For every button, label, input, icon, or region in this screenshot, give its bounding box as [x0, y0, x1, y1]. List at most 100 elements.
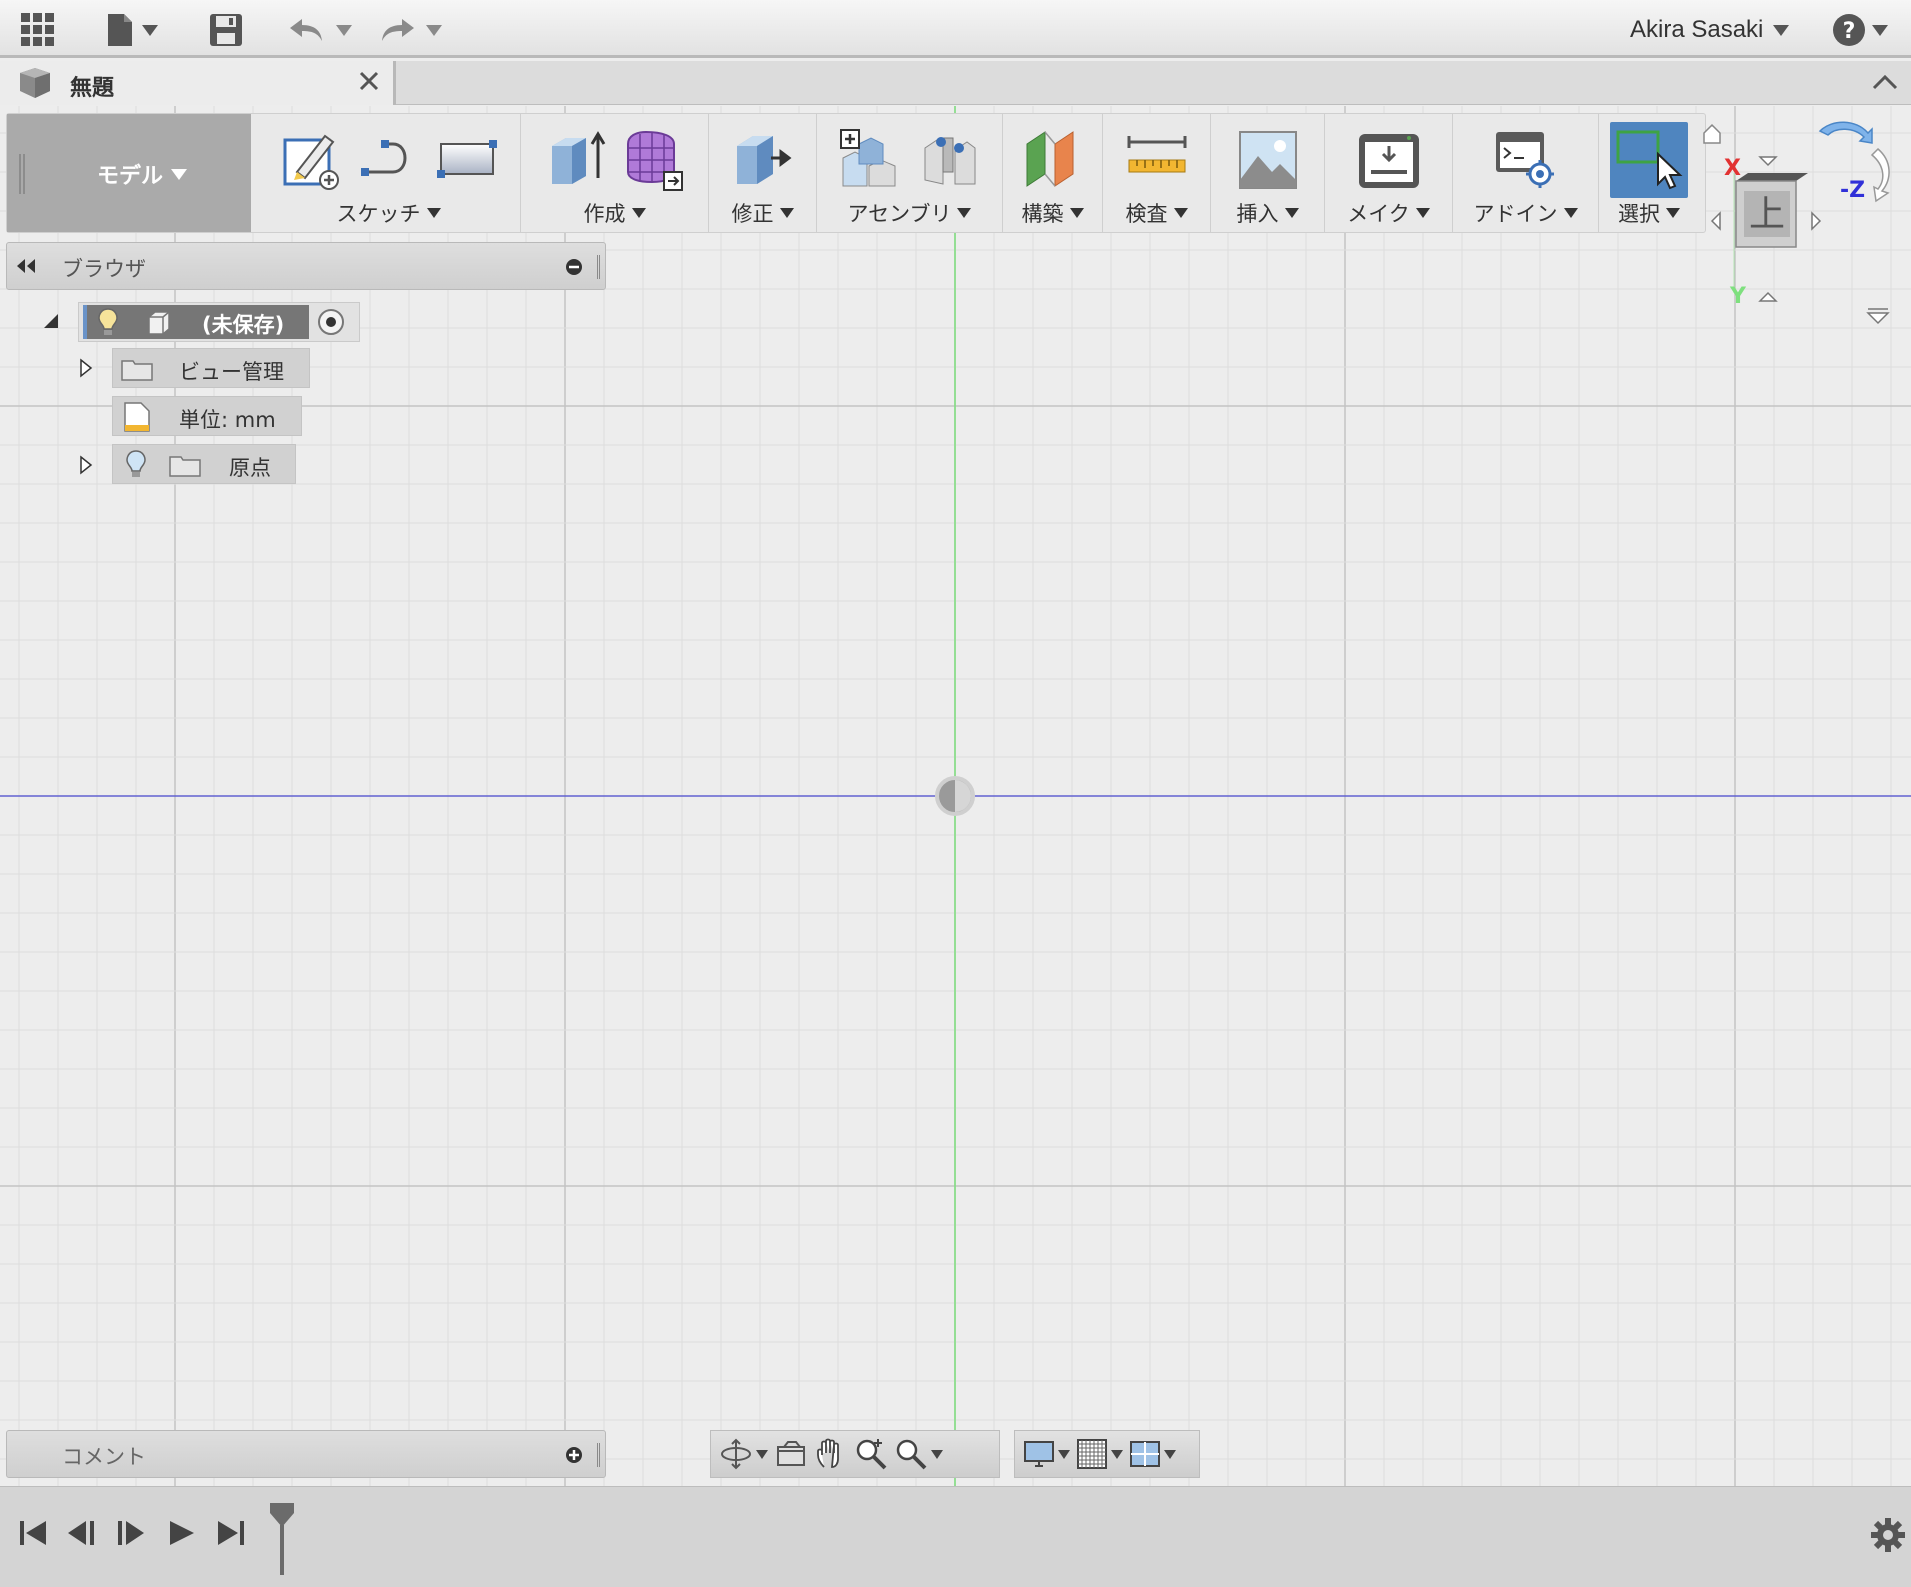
grid-snaps-button[interactable] — [1076, 1434, 1123, 1474]
timeline-go-start-button[interactable] — [18, 1517, 48, 1553]
look-at-button[interactable] — [774, 1434, 808, 1474]
toolbar-group-label: 挿入 — [1236, 202, 1279, 226]
toolbar-group-assembly: アセンブリ — [817, 114, 1003, 232]
toolbar-group-make: メイク — [1325, 114, 1453, 232]
browser-minimize-button[interactable] — [565, 258, 583, 280]
extrude-button[interactable] — [544, 128, 608, 192]
lightbulb-icon[interactable] — [97, 307, 119, 337]
view-cube[interactable]: 上 X Y -Z — [1700, 113, 1911, 333]
toolbar-group-create-menu[interactable]: 作成 — [521, 198, 708, 228]
view-arrow-right-icon[interactable] — [1811, 211, 1822, 231]
offset-plane-button[interactable] — [1021, 128, 1085, 192]
scripts-addins-button[interactable] — [1494, 128, 1558, 192]
toolbar-group-sketch: スケッチ — [257, 114, 521, 232]
toolbar-group-make-menu[interactable]: メイク — [1325, 198, 1452, 228]
sketch-line-button[interactable] — [357, 128, 421, 192]
joint-button[interactable] — [917, 128, 981, 192]
tree-expand-root-icon[interactable] — [42, 312, 60, 330]
file-icon — [108, 14, 132, 46]
3d-print-button[interactable] — [1357, 128, 1421, 192]
look-at-icon — [777, 1441, 805, 1466]
toolbar-group-modify: 修正 — [709, 114, 817, 232]
view-arrow-up-icon[interactable] — [1758, 156, 1778, 167]
activate-radio-icon[interactable] — [317, 308, 345, 336]
pan-button[interactable] — [814, 1434, 848, 1474]
undo-icon — [290, 19, 322, 41]
user-name: Akira Sasaki — [1630, 16, 1764, 43]
skip-to-start-icon — [20, 1521, 46, 1545]
help-button[interactable]: ? — [1832, 10, 1888, 50]
view-arrow-left-icon[interactable] — [1710, 211, 1721, 231]
measure-button[interactable] — [1125, 128, 1189, 192]
form-button[interactable] — [622, 128, 686, 192]
toolbar-group-construct-menu[interactable]: 構築 — [1003, 198, 1102, 228]
toolbar-group-inspect-menu[interactable]: 検査 — [1103, 198, 1210, 228]
chevron-down-icon[interactable] — [426, 24, 442, 36]
home-view-icon[interactable] — [1703, 123, 1721, 144]
timeline-go-end-button[interactable] — [216, 1517, 246, 1553]
tree-expand-arrow-icon[interactable] — [78, 358, 94, 378]
lightbulb-icon[interactable] — [125, 449, 147, 479]
toolbar-group-insert-menu[interactable]: 挿入 — [1211, 198, 1324, 228]
toolbar-group-insert: 挿入 — [1211, 114, 1325, 232]
monitor-icon — [1024, 1441, 1054, 1467]
browser-resize-grip[interactable] — [597, 255, 600, 279]
collapse-tabs-button[interactable] — [1872, 73, 1898, 95]
tree-root-label: (未保存) — [202, 313, 285, 337]
tree-item-view-management[interactable]: ビュー管理 — [112, 348, 310, 388]
undo-button[interactable] — [288, 10, 352, 50]
workspace-selector[interactable]: モデル — [7, 114, 251, 232]
collapse-browser-button[interactable] — [15, 257, 37, 279]
select-button[interactable] — [1610, 122, 1688, 198]
toolbar-grip[interactable] — [19, 154, 25, 194]
create-sketch-icon — [283, 134, 339, 190]
apps-grid-button[interactable] — [20, 10, 56, 50]
view-cube-face-top[interactable]: 上 — [1735, 173, 1808, 248]
tree-root-node[interactable]: (未保存) — [78, 302, 360, 342]
toolbar-group-select-menu[interactable]: 選択 — [1599, 198, 1699, 228]
document-tab[interactable]: 無題 — [0, 61, 396, 105]
new-component-button[interactable] — [839, 128, 903, 192]
orbit-button[interactable] — [719, 1434, 768, 1474]
zoom-window-button[interactable] — [894, 1434, 943, 1474]
create-sketch-button[interactable] — [279, 128, 343, 192]
add-comment-button[interactable] — [565, 1446, 583, 1468]
toolbar-group-sketch-menu[interactable]: スケッチ — [257, 198, 520, 228]
chevron-down-icon — [1111, 1449, 1123, 1459]
chevron-down-icon[interactable] — [931, 1449, 943, 1459]
offset-plane-icon — [1026, 131, 1073, 187]
viewports-button[interactable] — [1129, 1434, 1176, 1474]
ribbon-toolbar: モデル スケッチ 作成 修正 アセンブリ 構築 検査 挿入 メイク アドイン 選… — [6, 113, 1706, 233]
toolbar-group-addins-menu[interactable]: アドイン — [1453, 198, 1598, 228]
chevron-down-icon[interactable] — [756, 1449, 768, 1459]
chevron-up-icon — [1872, 74, 1898, 90]
file-menu-button[interactable] — [106, 10, 158, 50]
timeline-step-back-button[interactable] — [66, 1517, 96, 1553]
display-settings-button[interactable] — [1023, 1434, 1070, 1474]
comment-resize-grip[interactable] — [597, 1443, 600, 1467]
timeline-play-button[interactable] — [166, 1517, 196, 1553]
chevron-down-icon — [779, 208, 794, 218]
rectangle-button[interactable] — [435, 128, 499, 192]
tree-item-units[interactable]: 単位: mm — [112, 396, 302, 436]
axis-z-label: -Z — [1840, 178, 1865, 203]
timeline-marker[interactable] — [268, 1501, 296, 1581]
timeline-step-forward-button[interactable] — [116, 1517, 146, 1553]
save-button[interactable] — [208, 10, 244, 50]
view-arrow-down-icon[interactable] — [1758, 291, 1778, 302]
toolbar-group-assembly-menu[interactable]: アセンブリ — [817, 198, 1002, 228]
browser-panel-header: ブラウザ — [6, 242, 606, 290]
close-tab-button[interactable] — [358, 69, 380, 97]
timeline-settings-button[interactable] — [1870, 1517, 1906, 1557]
insert-image-button[interactable] — [1236, 128, 1300, 192]
redo-button[interactable] — [378, 10, 442, 50]
toolbar-group-modify-menu[interactable]: 修正 — [709, 198, 816, 228]
user-account-button[interactable]: Akira Sasaki — [1630, 10, 1790, 50]
press-pull-button[interactable] — [731, 128, 795, 192]
zoom-button[interactable] — [854, 1434, 888, 1474]
view-cube-menu-icon[interactable] — [1866, 308, 1890, 325]
tree-expand-arrow-icon[interactable] — [78, 455, 94, 475]
chevron-down-icon — [1058, 1449, 1070, 1459]
chevron-down-icon[interactable] — [336, 24, 352, 36]
tree-item-origin[interactable]: 原点 — [112, 444, 296, 484]
